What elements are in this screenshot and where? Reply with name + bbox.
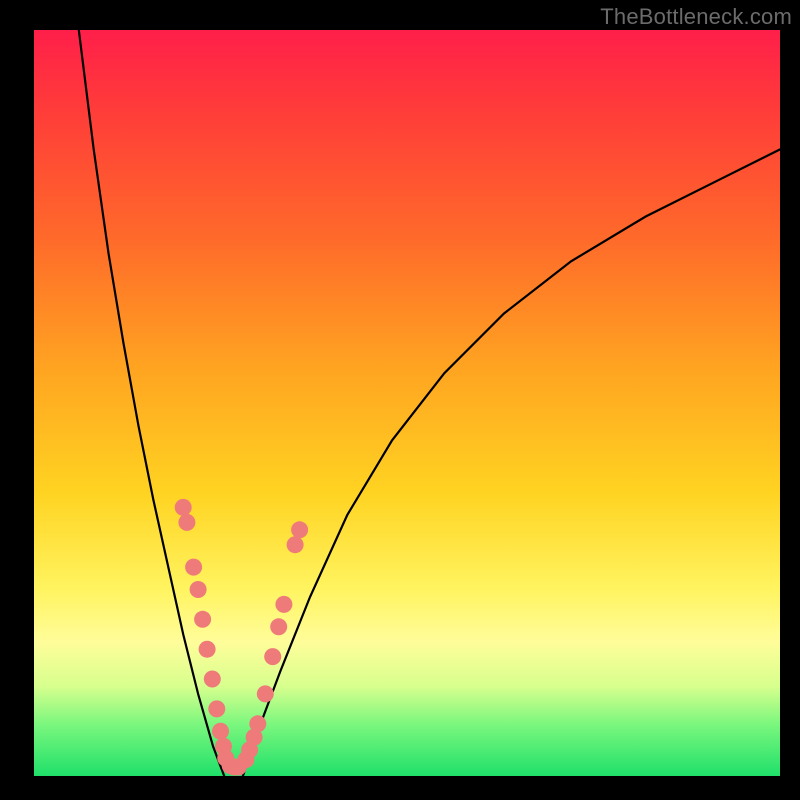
outer-frame: TheBottleneck.com (0, 0, 800, 800)
data-dot (249, 715, 266, 732)
curve-right (243, 149, 780, 776)
curve-left (79, 30, 224, 776)
chart-svg (34, 30, 780, 776)
data-dot (194, 611, 211, 628)
data-dot (208, 700, 225, 717)
plot-area (34, 30, 780, 776)
data-dot (212, 723, 229, 740)
data-dot (287, 536, 304, 553)
data-dot (190, 581, 207, 598)
data-dot (270, 618, 287, 635)
data-dot (257, 685, 274, 702)
data-dot (175, 499, 192, 516)
data-dots (175, 499, 308, 776)
data-dot (264, 648, 281, 665)
data-dot (275, 596, 292, 613)
data-dot (178, 514, 195, 531)
data-dot (199, 641, 216, 658)
data-dot (291, 521, 308, 538)
data-dot (185, 559, 202, 576)
data-dot (204, 671, 221, 688)
watermark-text: TheBottleneck.com (600, 4, 792, 30)
